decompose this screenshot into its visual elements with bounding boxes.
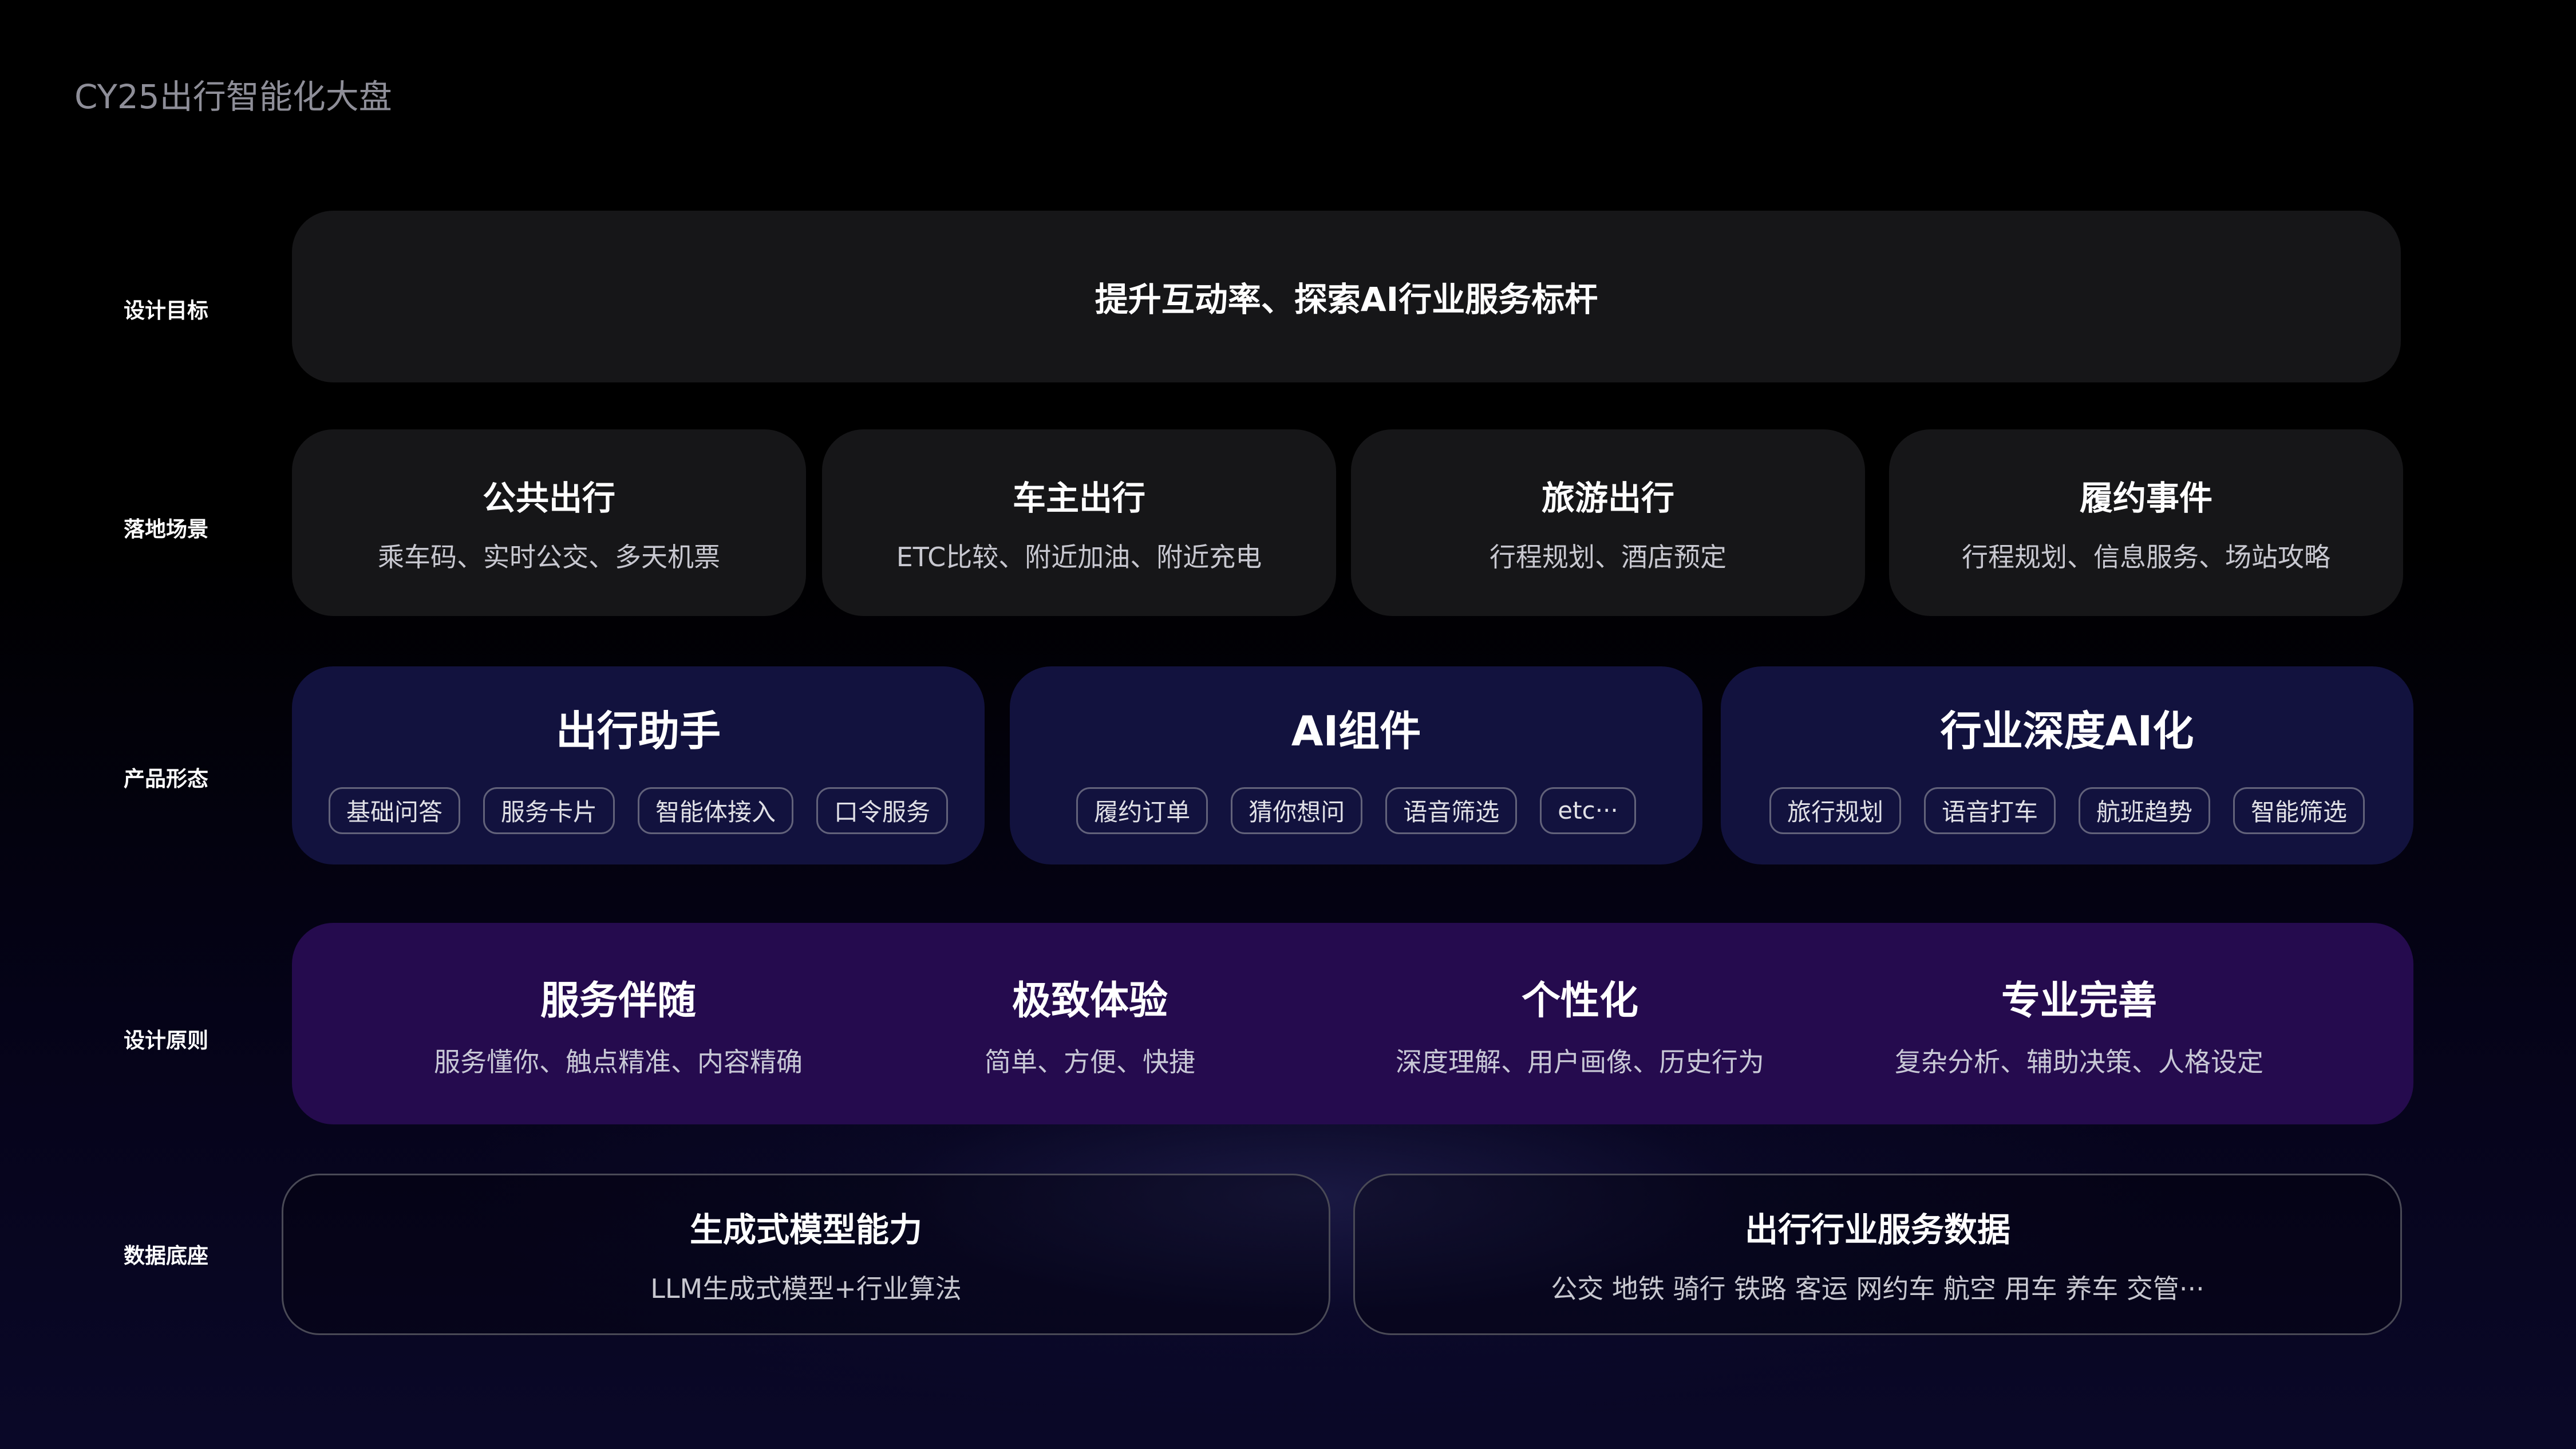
tag-chip: 航班趋势 <box>2079 787 2211 834</box>
principle-subtitle: 服务懂你、触点精准、内容精确 <box>434 1046 803 1077</box>
scene-subtitle: 乘车码、实时公交、多天机票 <box>378 542 720 573</box>
principle-subtitle: 深度理解、用户画像、历史行为 <box>1396 1046 1764 1077</box>
principle-subtitle: 简单、方便、快捷 <box>985 1046 1195 1077</box>
goal-text: 提升互动率、探索AI行业服务标杆 <box>1095 280 1598 319</box>
principle-item: 极致体验 简单、方便、快捷 <box>985 923 1195 1124</box>
row-label-scenes: 落地场景 <box>124 517 208 542</box>
tag-chip: 语音打车 <box>1923 787 2056 834</box>
tag-chip: 智能筛选 <box>2233 787 2365 834</box>
tag-list: 旅行规划 语音打车 航班趋势 智能筛选 <box>1769 787 2365 834</box>
data-subtitle: LLM生成式模型+行业算法 <box>650 1273 962 1304</box>
principles-card: 服务伴随 服务懂你、触点精准、内容精确 极致体验 简单、方便、快捷 个性化 深度… <box>292 923 2413 1124</box>
tag-chip: 履约订单 <box>1076 787 1208 834</box>
tag-chip: 基础问答 <box>328 787 460 834</box>
row-label-goal: 设计目标 <box>124 298 208 323</box>
data-subtitle: 公交 地铁 骑行 铁路 客运 网约车 航空 用车 养车 交管··· <box>1551 1273 2204 1304</box>
principle-subtitle: 复杂分析、辅助决策、人格设定 <box>1895 1046 2263 1077</box>
product-title: 行业深度AI化 <box>1940 706 2194 755</box>
tag-chip: 猜你想问 <box>1231 787 1363 834</box>
product-card-travel-assistant: 出行助手 基础问答 服务卡片 智能体接入 口令服务 <box>292 666 985 864</box>
row-label-data-base: 数据底座 <box>124 1243 208 1268</box>
tag-list: 基础问答 服务卡片 智能体接入 口令服务 <box>328 787 949 834</box>
principle-item: 个性化 深度理解、用户画像、历史行为 <box>1396 923 1764 1124</box>
scene-card-travel: 旅游出行 行程规划、酒店预定 <box>1351 429 1865 616</box>
tag-chip: 服务卡片 <box>483 787 615 834</box>
product-card-industry-ai: 行业深度AI化 旅行规划 语音打车 航班趋势 智能筛选 <box>1721 666 2413 864</box>
principle-title: 专业完善 <box>2001 978 2157 1024</box>
principle-item: 服务伴随 服务懂你、触点精准、内容精确 <box>434 923 803 1124</box>
data-card-generative-model: 生成式模型能力 LLM生成式模型+行业算法 <box>282 1174 1330 1335</box>
tag-chip: 旅行规划 <box>1769 787 1901 834</box>
scene-card-fulfillment: 履约事件 行程规划、信息服务、场站攻略 <box>1889 429 2403 616</box>
product-title: AI组件 <box>1291 706 1421 755</box>
tag-chip: 口令服务 <box>816 787 949 834</box>
scene-card-public-transit: 公共出行 乘车码、实时公交、多天机票 <box>292 429 806 616</box>
goal-card: 提升互动率、探索AI行业服务标杆 <box>292 211 2401 382</box>
tag-chip: 智能体接入 <box>638 787 794 834</box>
tag-chip: etc··· <box>1540 787 1636 834</box>
principle-title: 服务伴随 <box>540 978 696 1024</box>
scene-title: 履约事件 <box>2079 479 2212 518</box>
row-label-principles: 设计原则 <box>124 1028 208 1053</box>
row-label-product-forms: 产品形态 <box>124 767 208 791</box>
data-card-industry-data: 出行行业服务数据 公交 地铁 骑行 铁路 客运 网约车 航空 用车 养车 交管·… <box>1353 1174 2402 1335</box>
product-title: 出行助手 <box>555 706 721 755</box>
scene-subtitle: ETC比较、附近加油、附近充电 <box>896 542 1262 573</box>
data-title: 生成式模型能力 <box>689 1210 922 1249</box>
principle-item: 专业完善 复杂分析、辅助决策、人格设定 <box>1895 923 2263 1124</box>
scene-card-car-owner: 车主出行 ETC比较、附近加油、附近充电 <box>822 429 1336 616</box>
scene-subtitle: 行程规划、酒店预定 <box>1490 542 1726 573</box>
page-title: CY25出行智能化大盘 <box>74 77 392 116</box>
principle-title: 个性化 <box>1521 978 1638 1024</box>
scene-subtitle: 行程规划、信息服务、场站攻略 <box>1962 542 2330 573</box>
scene-title: 车主出行 <box>1012 479 1145 518</box>
tag-list: 履约订单 猜你想问 语音筛选 etc··· <box>1076 787 1636 834</box>
scene-title: 旅游出行 <box>1541 479 1674 518</box>
data-title: 出行行业服务数据 <box>1744 1210 2010 1249</box>
scene-title: 公共出行 <box>482 479 615 518</box>
product-card-ai-components: AI组件 履约订单 猜你想问 语音筛选 etc··· <box>1010 666 1702 864</box>
principle-title: 极致体验 <box>1012 978 1168 1024</box>
tag-chip: 语音筛选 <box>1385 787 1518 834</box>
